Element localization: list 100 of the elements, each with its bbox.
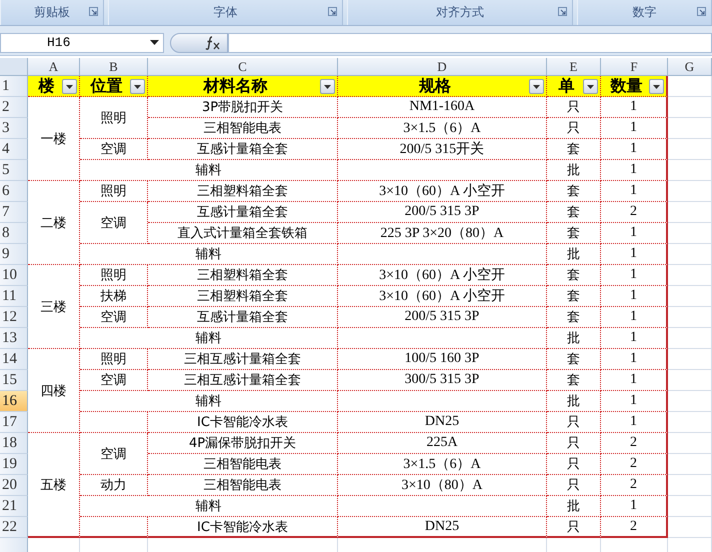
row-header[interactable]: 1 [0, 76, 28, 97]
table-cell: 3×10（80）A [338, 475, 547, 496]
table-cell: 只 [547, 433, 601, 454]
table-cell: 3×1.5（6）A [338, 118, 547, 139]
row-header[interactable]: 20 [0, 475, 28, 496]
table-cell: 1 [601, 496, 668, 517]
column-header[interactable]: F [601, 58, 668, 76]
row-header[interactable]: 2 [0, 97, 28, 118]
filter-button[interactable] [529, 79, 544, 94]
table-cell: 空调 [80, 139, 148, 160]
table-cell: 空调 [80, 433, 148, 475]
table-cell: 三相塑料箱全套 [148, 181, 338, 202]
insert-function-button[interactable] [170, 32, 228, 52]
row-header[interactable]: 19 [0, 454, 28, 475]
dialog-launcher-icon[interactable] [697, 7, 706, 16]
table-cell: 1 [601, 349, 668, 370]
row-header[interactable]: 9 [0, 244, 28, 265]
row-header[interactable]: 16 [0, 391, 28, 412]
table-cell: DN25 [338, 517, 547, 538]
table-cell: 只 [547, 118, 601, 139]
column-title: 规格 [419, 76, 451, 96]
row-header[interactable]: 15 [0, 370, 28, 391]
table-cell: 3×10（60）A 小空开 [338, 265, 547, 286]
table-cell: 1 [601, 265, 668, 286]
row-header[interactable]: 22 [0, 517, 28, 538]
filter-button[interactable] [62, 79, 77, 94]
name-box[interactable]: H16 [0, 32, 164, 52]
filter-button[interactable] [320, 79, 335, 94]
table-cell: 3×10（60）A 小空开 [338, 181, 547, 202]
row-header[interactable]: 4 [0, 139, 28, 160]
row-header[interactable]: 14 [0, 349, 28, 370]
row-header[interactable]: 6 [0, 181, 28, 202]
row-header[interactable]: 7 [0, 202, 28, 223]
column-title: 位置 [90, 76, 122, 96]
table-cell: 1 [601, 412, 668, 433]
group-label: 剪贴板 [34, 4, 70, 21]
row-header[interactable]: 17 [0, 412, 28, 433]
column-title: 材料名称 [204, 76, 268, 96]
table-cell: 套 [547, 139, 601, 160]
group-label: 字体 [214, 4, 238, 21]
table-cell: 225 3P 3×20（80）A [338, 223, 547, 244]
row-header[interactable]: 3 [0, 118, 28, 139]
row-header[interactable]: 12 [0, 307, 28, 328]
column-title: 楼 [38, 76, 54, 96]
table-cell: 照明 [80, 97, 148, 139]
table-cell: 照明 [80, 265, 148, 286]
table-cell: 4P漏保带脱扣开关 [148, 433, 338, 454]
table-cell: 只 [547, 97, 601, 118]
row-header[interactable]: 13 [0, 328, 28, 349]
table-cell: 辅料 [80, 496, 338, 517]
table-cell: 三相互感计量箱全套 [148, 370, 338, 391]
table-cell: 互感计量箱全套 [148, 307, 338, 328]
column-header[interactable]: G [668, 58, 712, 76]
table-cell: 200/5 315开关 [338, 139, 547, 160]
table-cell: 四楼 [28, 349, 80, 433]
table-cell: 2 [601, 454, 668, 475]
column-header[interactable]: E [547, 58, 601, 76]
filter-button[interactable] [649, 79, 664, 94]
filter-button[interactable] [583, 79, 598, 94]
table-cell: 套 [547, 370, 601, 391]
table-cell: IC卡智能冷水表 [148, 517, 338, 538]
filter-button[interactable] [130, 79, 145, 94]
table-cell: 互感计量箱全套 [148, 139, 338, 160]
column-header[interactable]: D [338, 58, 547, 76]
formula-input[interactable] [228, 32, 712, 52]
table-cell: 套 [547, 223, 601, 244]
table-cell: 辅料 [80, 328, 338, 349]
dialog-launcher-icon[interactable] [89, 7, 98, 16]
dialog-launcher-icon[interactable] [558, 7, 568, 16]
row-header[interactable]: 5 [0, 160, 28, 181]
row-header[interactable]: 8 [0, 223, 28, 244]
table-cell: 批 [547, 160, 601, 181]
column-header[interactable]: A [28, 58, 80, 76]
table-cell: 批 [547, 496, 601, 517]
table-cell: 空调 [80, 370, 148, 391]
row-header[interactable]: 11 [0, 286, 28, 307]
row-header[interactable]: 10 [0, 265, 28, 286]
table-cell: 三相互感计量箱全套 [148, 349, 338, 370]
dropdown-caret-icon[interactable] [150, 40, 159, 45]
table-cell: 三相智能电表 [148, 118, 338, 139]
table-cell: 只 [547, 412, 601, 433]
row-header[interactable]: 21 [0, 496, 28, 517]
table-cell: 1 [601, 181, 668, 202]
column-header[interactable]: B [80, 58, 148, 76]
column-header[interactable]: C [148, 58, 338, 76]
column-title: 数量 [610, 76, 642, 96]
table-cell: 1 [601, 223, 668, 244]
table-cell: 1 [601, 160, 668, 181]
caret-icon [533, 84, 540, 88]
table-cell: 照明 [80, 181, 148, 202]
table-cell: 套 [547, 181, 601, 202]
table-cell: 3P带脱扣开关 [148, 97, 338, 118]
table-cell: 三楼 [28, 265, 80, 349]
table-cell: 套 [547, 286, 601, 307]
table-cell: 套 [547, 265, 601, 286]
table-cell: DN25 [338, 412, 547, 433]
table-cell: 辅料 [80, 244, 338, 265]
table-cell: 空调 [80, 202, 148, 244]
dialog-launcher-icon[interactable] [328, 7, 338, 16]
row-header[interactable]: 18 [0, 433, 28, 454]
